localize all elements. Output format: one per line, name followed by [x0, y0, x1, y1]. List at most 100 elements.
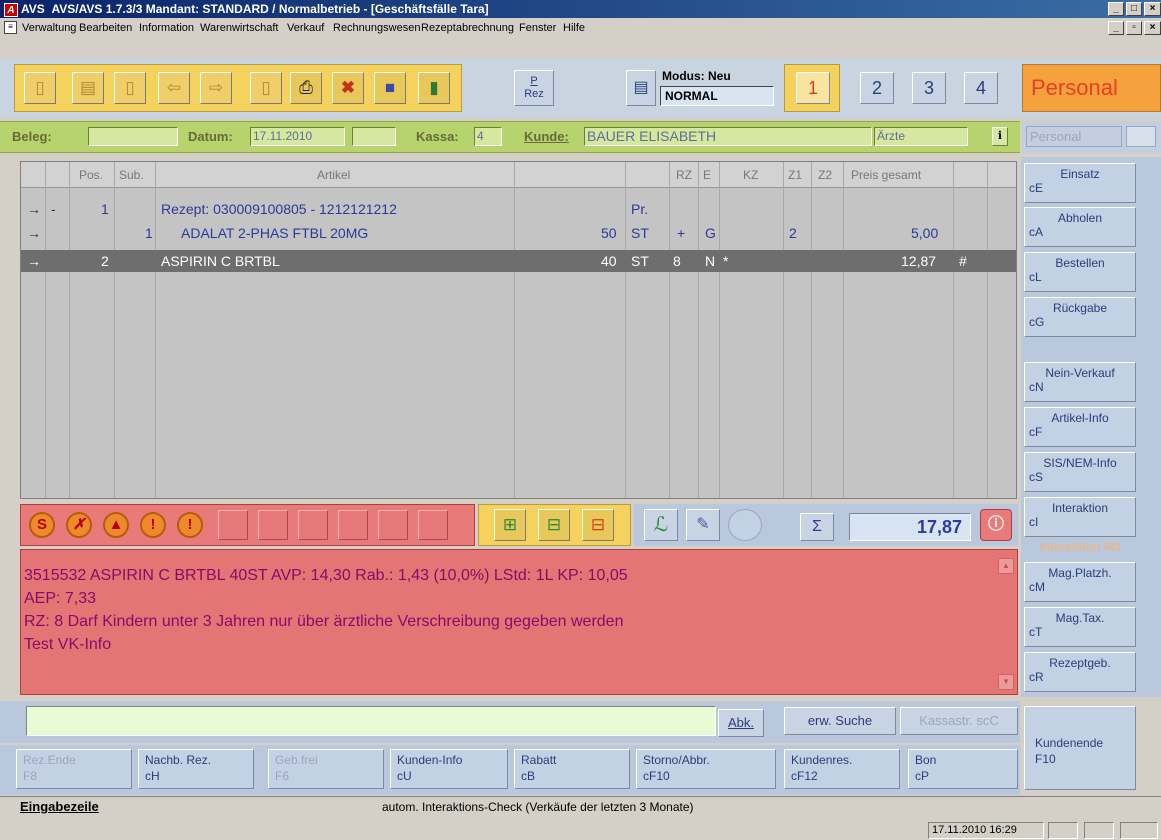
menu-hilfe[interactable]: Hilfe: [563, 18, 585, 38]
abholen-button[interactable]: Abholen cA: [1024, 207, 1136, 247]
personal-button[interactable]: Personal: [1022, 64, 1161, 112]
personal-code-field[interactable]: [1126, 126, 1156, 147]
remove-line-icon[interactable]: ⊟: [582, 509, 614, 541]
datum-extra-field[interactable]: [352, 127, 396, 146]
col-z1[interactable]: Z1: [788, 168, 802, 182]
beleg-field[interactable]: [88, 127, 178, 146]
new-document-icon[interactable]: ▯: [24, 72, 56, 104]
no-prescription-icon[interactable]: ✗: [66, 512, 92, 538]
menu-verwaltung[interactable]: Verwaltung: [22, 18, 76, 38]
row-flag: #: [959, 253, 967, 269]
einsatz-label: Einsatz: [1060, 167, 1100, 181]
table-row-selected[interactable]: → 2 ASPIRIN C BRTBL 40 ST 8 N * 12,87 #: [21, 250, 1016, 272]
abk-button[interactable]: Abk.: [718, 709, 764, 737]
mdi-close-icon[interactable]: ×: [1144, 21, 1161, 35]
rezeptgeb-button[interactable]: Rezeptgeb. cR: [1024, 652, 1136, 692]
row-collapse-mark[interactable]: -: [51, 198, 56, 220]
exclamation-2-icon[interactable]: !: [177, 512, 203, 538]
s-warning-icon[interactable]: S: [29, 512, 55, 538]
col-kz[interactable]: KZ: [743, 168, 758, 182]
kunde-label: Kunde:: [524, 129, 569, 144]
mag-tax-button[interactable]: Mag.Tax. cT: [1024, 607, 1136, 647]
col-preis[interactable]: Preis gesamt: [851, 168, 921, 182]
nachb-rez-button[interactable]: Nachb. Rez. cH: [138, 749, 254, 789]
arrow-right-icon[interactable]: ⇨: [200, 72, 232, 104]
menu-warenwirtschaft[interactable]: Warenwirtschaft: [200, 18, 278, 38]
page-4-button[interactable]: 4: [964, 72, 998, 104]
minimize-icon[interactable]: _: [1108, 2, 1124, 16]
col-sub[interactable]: Sub.: [119, 168, 144, 182]
add-line-icon[interactable]: ⊞: [494, 509, 526, 541]
copy-line-icon[interactable]: ⊟: [538, 509, 570, 541]
maximize-icon[interactable]: □: [1126, 2, 1142, 16]
input-line-field[interactable]: [26, 706, 716, 736]
datum-field[interactable]: 17.11.2010: [250, 127, 345, 146]
menu-information[interactable]: Information: [139, 18, 194, 38]
scroll-down-icon[interactable]: ▼: [998, 674, 1014, 690]
bottle-icon[interactable]: ▲: [103, 512, 129, 538]
erw-suche-button[interactable]: erw. Suche: [784, 707, 896, 735]
sis-nem-info-button[interactable]: SIS/NEM-Info cS: [1024, 452, 1136, 492]
system-menu-icon[interactable]: ≡: [4, 21, 17, 34]
mdi-minimize-icon[interactable]: _: [1108, 21, 1124, 35]
einsatz-button[interactable]: Einsatz cE: [1024, 163, 1136, 203]
rabatt-button[interactable]: Rabatt cB: [514, 749, 630, 789]
save-icon[interactable]: ■: [374, 72, 406, 104]
pen-stamp-icon[interactable]: ✎: [686, 509, 720, 541]
open-document-icon[interactable]: ▤: [72, 72, 104, 104]
row-preis: 5,00: [911, 225, 939, 241]
close-icon[interactable]: ×: [1144, 2, 1161, 16]
mdi-restore-icon[interactable]: ▫: [1126, 21, 1142, 35]
page-3-button[interactable]: 3: [912, 72, 946, 104]
scroll-up-icon[interactable]: ▲: [998, 558, 1014, 574]
blank-document-icon[interactable]: ▯: [250, 72, 282, 104]
print-icon[interactable]: ⎙: [290, 72, 322, 104]
prescription-button[interactable]: P Rez: [514, 70, 554, 106]
kunde-field[interactable]: BAUER ELISABETH: [584, 127, 872, 146]
kassastr-button[interactable]: Kassastr. scC: [900, 707, 1018, 735]
nein-verkauf-label: Nein-Verkauf: [1045, 366, 1115, 380]
page-2-button[interactable]: 2: [860, 72, 894, 104]
menu-rechnungswesen[interactable]: Rechnungswesen: [333, 18, 420, 38]
interaktion-button[interactable]: Interaktion cI: [1024, 497, 1136, 537]
kundenres-button[interactable]: Kundenres. cF12: [784, 749, 900, 789]
rueckgabe-button[interactable]: Rückgabe cG: [1024, 297, 1136, 337]
col-artikel[interactable]: Artikel: [317, 168, 350, 182]
col-rz[interactable]: RZ: [676, 168, 692, 182]
col-e[interactable]: E: [703, 168, 711, 182]
modus-document-icon[interactable]: ▤: [626, 70, 656, 106]
exit-door-icon[interactable]: ▮: [418, 72, 450, 104]
artikel-info-button[interactable]: Artikel-Info cF: [1024, 407, 1136, 447]
kundenende-button[interactable]: Kundenende F10: [1024, 706, 1136, 790]
col-pos[interactable]: Pos.: [79, 168, 103, 182]
table-row[interactable]: → 1 ADALAT 2-PHAS FTBL 20MG 50 ST + G 2 …: [21, 222, 1016, 244]
mag-platzh-button[interactable]: Mag.Platzh. cM: [1024, 562, 1136, 602]
rez-ende-button[interactable]: Rez.Ende F8: [16, 749, 132, 789]
empty-slot-icon: [258, 510, 288, 540]
arzte-field[interactable]: Ärzte: [874, 127, 968, 146]
exclamation-icon[interactable]: !: [140, 512, 166, 538]
page-1-button[interactable]: 1: [796, 72, 830, 104]
bon-button[interactable]: Bon cP: [908, 749, 1018, 789]
personal-field[interactable]: Personal: [1026, 126, 1122, 147]
kassa-field[interactable]: 4: [474, 127, 502, 146]
signature-icon[interactable]: ℒ: [644, 509, 678, 541]
delete-icon[interactable]: ✖: [332, 72, 364, 104]
info-small-icon[interactable]: ℹ: [992, 127, 1008, 146]
storno-button[interactable]: Storno/Abbr. cF10: [636, 749, 776, 789]
info-alert-icon[interactable]: ⓘ: [980, 509, 1012, 541]
table-row[interactable]: → - 1 Rezept: 030009100805 - 1212121212 …: [21, 198, 1016, 220]
arrow-left-icon[interactable]: ⇦: [158, 72, 190, 104]
bestellen-button[interactable]: Bestellen cL: [1024, 252, 1136, 292]
menu-bearbeiten[interactable]: Bearbeiten: [79, 18, 132, 38]
round-empty-icon[interactable]: [728, 509, 762, 541]
kunden-info-button[interactable]: Kunden-Info cU: [390, 749, 508, 789]
copy-document-icon[interactable]: ▯: [114, 72, 146, 104]
menu-fenster[interactable]: Fenster: [519, 18, 556, 38]
menu-verkauf[interactable]: Verkauf: [287, 18, 324, 38]
sum-symbol[interactable]: Σ: [800, 513, 834, 541]
col-z2[interactable]: Z2: [818, 168, 832, 182]
geb-frei-button[interactable]: Geb.frei F6: [268, 749, 384, 789]
nein-verkauf-button[interactable]: Nein-Verkauf cN: [1024, 362, 1136, 402]
menu-rezeptabrechnung[interactable]: Rezeptabrechnung: [421, 18, 514, 38]
